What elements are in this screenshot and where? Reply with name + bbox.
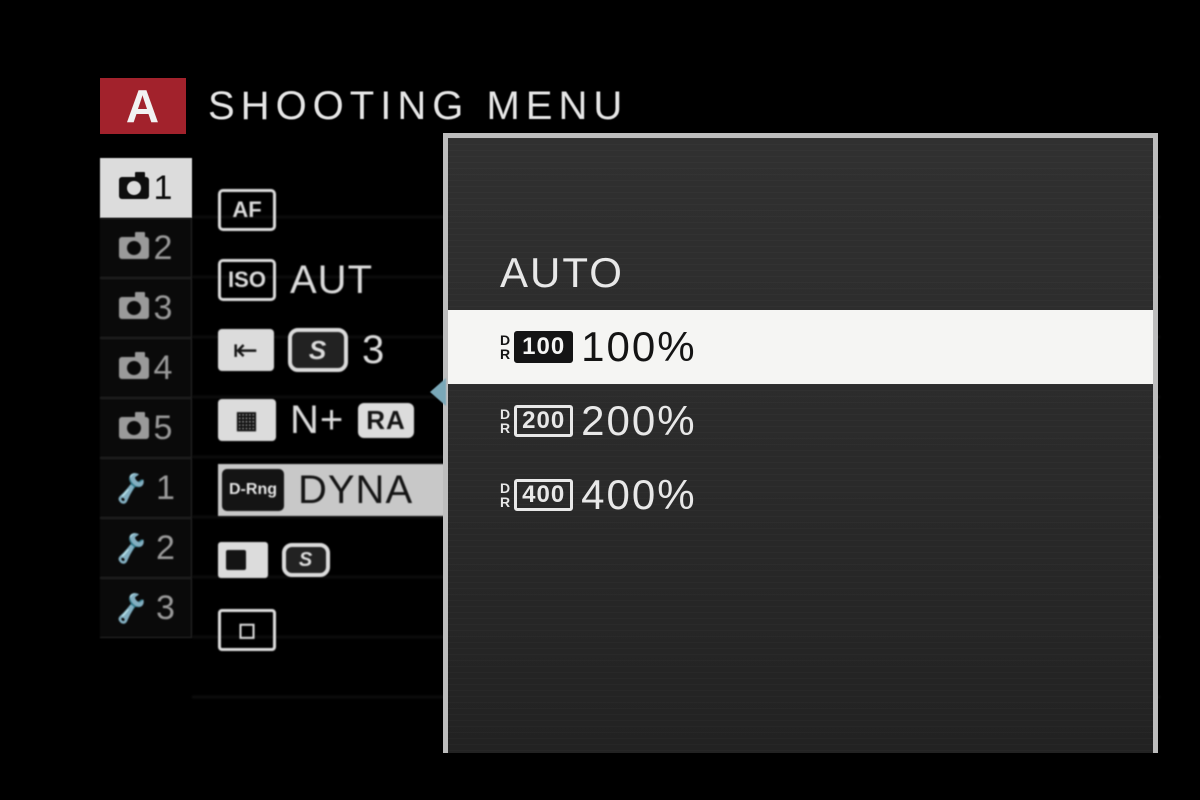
raw-badge: RA xyxy=(358,403,414,438)
quality-label: N+ xyxy=(290,398,344,443)
tab-number: 3 xyxy=(154,289,173,328)
iso-icon: ISO xyxy=(218,259,276,301)
wrench-icon: 🔧 xyxy=(116,592,151,625)
dr-badge-icon: DR 200 xyxy=(500,405,573,437)
tab-number: 3 xyxy=(156,589,175,628)
popup-option-400[interactable]: DR 400 400% xyxy=(448,458,1153,532)
menu-tabs: 1 2 3 4 5 🔧 1 🔧 2 🔧 3 xyxy=(100,158,192,638)
tab-setup-1[interactable]: 🔧 1 xyxy=(100,458,192,518)
dr-badge-number: 200 xyxy=(514,405,573,437)
quality-icon: ▦ xyxy=(218,399,276,441)
tab-shooting-2[interactable]: 2 xyxy=(100,218,192,278)
tab-shooting-3[interactable]: 3 xyxy=(100,278,192,338)
camera-icon xyxy=(119,357,149,379)
option-label: AUTO xyxy=(500,249,624,297)
mode-indicator: A xyxy=(100,78,186,134)
tab-number: 5 xyxy=(154,409,173,448)
camera-icon xyxy=(119,237,149,259)
film-icon xyxy=(218,542,268,578)
tab-number: 4 xyxy=(154,349,173,388)
tab-shooting-4[interactable]: 4 xyxy=(100,338,192,398)
option-label: 400% xyxy=(581,471,696,519)
tab-number: 2 xyxy=(154,229,173,268)
dr-badge-icon: DR 400 xyxy=(500,479,573,511)
popup-option-auto[interactable]: AUTO xyxy=(448,236,1153,310)
size-letter-icon: S xyxy=(288,328,348,372)
titlebar: A SHOOTING MENU xyxy=(100,78,1160,134)
camera-icon xyxy=(119,297,149,319)
option-label: 200% xyxy=(581,397,696,445)
iso-value: AUT xyxy=(290,258,373,303)
menu-title: SHOOTING MENU xyxy=(208,84,628,129)
wrench-icon: 🔧 xyxy=(116,532,151,565)
option-label: 100% xyxy=(581,323,696,371)
self-timer-icon: ◻ xyxy=(218,609,276,651)
image-size-icon: ⇤ xyxy=(218,329,274,371)
tab-setup-3[interactable]: 🔧 3 xyxy=(100,578,192,638)
popup-option-200[interactable]: DR 200 200% xyxy=(448,384,1153,458)
dynamic-range-popup: AUTO DR 100 100% DR 200 200% DR 40 xyxy=(443,133,1158,753)
dr-badge-icon: DR 100 xyxy=(500,331,573,363)
af-icon: AF xyxy=(218,189,276,231)
camera-icon xyxy=(119,177,149,199)
dynamic-range-label: DYNA xyxy=(298,468,413,513)
tab-shooting-1[interactable]: 1 xyxy=(100,158,192,218)
popup-pointer-icon xyxy=(430,378,446,406)
popup-item-list: AUTO DR 100 100% DR 200 200% DR 40 xyxy=(448,236,1153,532)
d-rng-icon: D-Rng xyxy=(222,469,284,511)
dr-badge-number: 400 xyxy=(514,479,573,511)
wrench-icon: 🔧 xyxy=(116,472,151,505)
tab-shooting-5[interactable]: 5 xyxy=(100,398,192,458)
tab-number: 1 xyxy=(154,169,173,208)
size-value: 3 xyxy=(362,328,385,373)
camera-icon xyxy=(119,417,149,439)
tab-number: 2 xyxy=(156,529,175,568)
tab-setup-2[interactable]: 🔧 2 xyxy=(100,518,192,578)
tab-number: 1 xyxy=(156,469,175,508)
dr-badge-number: 100 xyxy=(514,331,573,363)
film-sim-icon: S xyxy=(282,543,330,577)
camera-menu-screen: A SHOOTING MENU 1 2 3 4 5 🔧 1 🔧 xyxy=(100,78,1160,698)
popup-option-100[interactable]: DR 100 100% xyxy=(448,310,1153,384)
